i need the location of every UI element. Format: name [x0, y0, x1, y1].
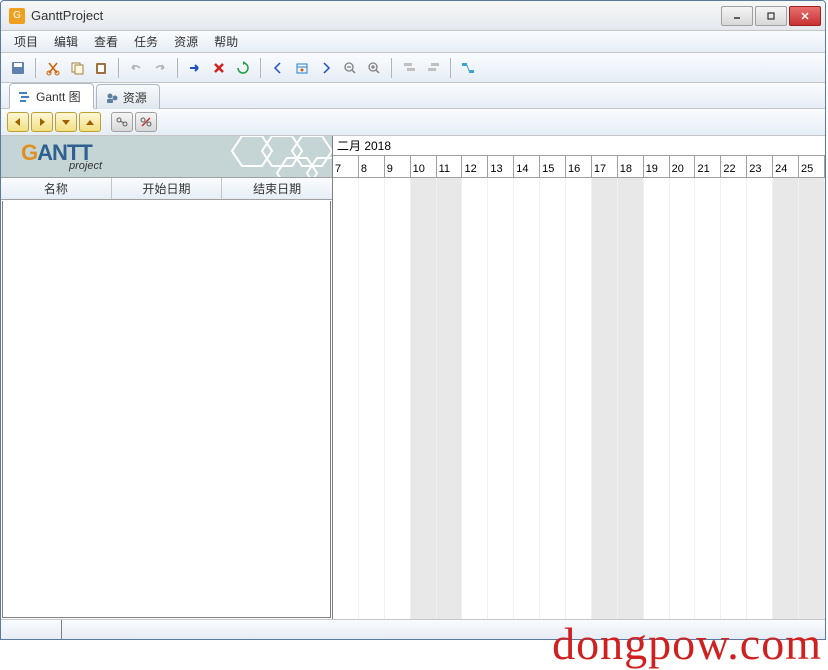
- menu-view[interactable]: 查看: [87, 31, 125, 52]
- tab-gantt-label: Gantt 图: [36, 88, 81, 105]
- sub-toolbar: [1, 109, 825, 135]
- tab-strip: Gantt 图 资源: [1, 83, 825, 109]
- menu-project[interactable]: 项目: [7, 31, 45, 52]
- gantt-chart-body[interactable]: [333, 178, 825, 619]
- chart-day-column: [540, 178, 566, 619]
- timeline-day-cell: 20: [670, 156, 696, 177]
- save-icon[interactable]: [7, 57, 29, 79]
- timeline-day-cell: 24: [773, 156, 799, 177]
- menu-help[interactable]: 帮助: [207, 31, 245, 52]
- column-start-date[interactable]: 开始日期: [112, 178, 223, 199]
- app-icon: G: [9, 8, 25, 24]
- cut-icon[interactable]: [42, 57, 64, 79]
- chart-day-column: [411, 178, 437, 619]
- chart-day-column: [566, 178, 592, 619]
- timeline-header: 二月 2018 78910111213141516171819202122232…: [333, 136, 825, 178]
- logo-subtitle: project: [69, 160, 102, 172]
- menu-tasks[interactable]: 任务: [127, 31, 165, 52]
- chart-day-column: [592, 178, 618, 619]
- close-button[interactable]: [789, 6, 821, 26]
- prev-icon[interactable]: [267, 57, 289, 79]
- chart-day-column: [488, 178, 514, 619]
- chart-day-column: [747, 178, 773, 619]
- goto-icon[interactable]: [184, 57, 206, 79]
- logo-area: GANTT project: [1, 136, 332, 178]
- chart-day-column: [695, 178, 721, 619]
- column-name[interactable]: 名称: [1, 178, 112, 199]
- nav-forward-button[interactable]: [31, 112, 53, 132]
- chart-day-column: [773, 178, 799, 619]
- task-tree-panel: GANTT project 名称 开始日期 结束日期: [1, 136, 333, 619]
- next-icon[interactable]: [315, 57, 337, 79]
- nav-back-button[interactable]: [7, 112, 29, 132]
- tree-header: 名称 开始日期 结束日期: [1, 178, 332, 200]
- chart-day-column: [799, 178, 825, 619]
- timeline-day-cell: 22: [721, 156, 747, 177]
- chart-day-column: [721, 178, 747, 619]
- paste-icon[interactable]: [90, 57, 112, 79]
- timeline-day-cell: 10: [411, 156, 437, 177]
- titlebar: G GanttProject: [1, 1, 825, 31]
- tab-resources-label: 资源: [123, 89, 147, 106]
- timeline-day-cell: 7: [333, 156, 359, 177]
- timeline-day-cell: 8: [359, 156, 385, 177]
- chart-day-column: [437, 178, 463, 619]
- chart-day-column: [514, 178, 540, 619]
- zoom-in-icon[interactable]: [363, 57, 385, 79]
- nav-down-button[interactable]: [55, 112, 77, 132]
- timeline-day-cell: 12: [462, 156, 488, 177]
- chart-day-column: [359, 178, 385, 619]
- tab-gantt[interactable]: Gantt 图: [9, 83, 94, 109]
- gantt-icon: [18, 90, 32, 104]
- window-title: GanttProject: [31, 8, 721, 23]
- chart-day-column: [644, 178, 670, 619]
- link-icon[interactable]: [457, 57, 479, 79]
- maximize-button[interactable]: [755, 6, 787, 26]
- timeline-day-cell: 19: [644, 156, 670, 177]
- timeline-day-cell: 25: [799, 156, 825, 177]
- timeline-day-cell: 23: [747, 156, 773, 177]
- refresh-icon[interactable]: [232, 57, 254, 79]
- resources-icon: [105, 91, 119, 105]
- gantt-chart-panel: 二月 2018 78910111213141516171819202122232…: [333, 136, 825, 619]
- delete-icon[interactable]: [208, 57, 230, 79]
- timeline-day-cell: 11: [437, 156, 463, 177]
- indent-icon[interactable]: [398, 57, 420, 79]
- timeline-month-label: 二月 2018: [333, 136, 825, 156]
- timeline-day-cell: 17: [592, 156, 618, 177]
- timeline-day-cell: 9: [385, 156, 411, 177]
- copy-icon[interactable]: [66, 57, 88, 79]
- column-end-date[interactable]: 结束日期: [222, 178, 332, 199]
- undo-icon[interactable]: [125, 57, 147, 79]
- tab-resources[interactable]: 资源: [96, 84, 160, 109]
- minimize-button[interactable]: [721, 6, 753, 26]
- chart-day-column: [462, 178, 488, 619]
- timeline-days-row: 78910111213141516171819202122232425: [333, 156, 825, 177]
- timeline-day-cell: 15: [540, 156, 566, 177]
- chart-day-column: [618, 178, 644, 619]
- timeline-day-cell: 21: [695, 156, 721, 177]
- task-tree-body[interactable]: [2, 201, 331, 618]
- timeline-day-cell: 18: [618, 156, 644, 177]
- chart-day-column: [333, 178, 359, 619]
- zoom-out-icon[interactable]: [339, 57, 361, 79]
- chart-day-column: [670, 178, 696, 619]
- statusbar: [1, 619, 825, 639]
- timeline-day-cell: 13: [488, 156, 514, 177]
- timeline-day-cell: 16: [566, 156, 592, 177]
- timeline-day-cell: 14: [514, 156, 540, 177]
- today-icon[interactable]: [291, 57, 313, 79]
- menu-edit[interactable]: 编辑: [47, 31, 85, 52]
- menubar: 项目 编辑 查看 任务 资源 帮助: [1, 31, 825, 53]
- redo-icon[interactable]: [149, 57, 171, 79]
- chart-day-column: [385, 178, 411, 619]
- nav-up-button[interactable]: [79, 112, 101, 132]
- main-toolbar: [1, 53, 825, 83]
- content-area: GANTT project 名称 开始日期 结束日期 二月 2018 78910…: [1, 135, 825, 619]
- link-tasks-button[interactable]: [111, 112, 133, 132]
- outdent-icon[interactable]: [422, 57, 444, 79]
- unlink-tasks-button[interactable]: [135, 112, 157, 132]
- menu-resources[interactable]: 资源: [167, 31, 205, 52]
